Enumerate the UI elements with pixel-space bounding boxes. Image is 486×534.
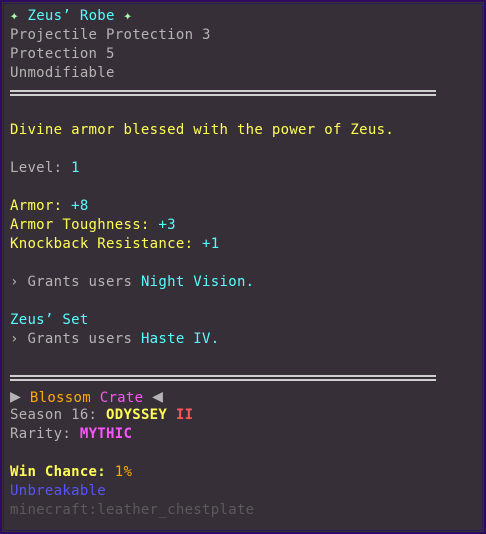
season-label: Season 16: [10,407,98,423]
stat-armor: Armor: +8 [10,197,480,216]
stat-label: Knockback Resistance: [10,236,194,252]
stat-armor-toughness: Armor Toughness: +3 [10,216,480,235]
level-value: 1 [71,160,80,176]
win-chance-line: Win Chance: 1% [10,463,480,482]
level-label: Level: [10,160,63,176]
set-bonus-effect: Haste IV. [140,331,220,347]
win-chance-value: 1% [114,464,133,480]
perk-night-vision: › Grants users Night Vision. [10,273,480,292]
level-line: Level: 1 [10,159,480,178]
crate-name-word-2: Crate [99,390,144,406]
item-tooltip: ✦ Zeus’ Robe ✦ Projectile Protection 3 P… [0,0,486,534]
item-title: ✦ Zeus’ Robe ✦ [10,7,480,26]
sparkle-icon: ✦ [10,8,19,24]
perk-prefix: › Grants users [10,274,133,290]
arrow-left-icon: ◀ [152,386,164,407]
arrow-right-icon: ▶ [10,386,22,407]
modifiable-status: Unmodifiable [10,65,115,81]
stat-knockback-resistance: Knockback Resistance: +1 [10,235,480,254]
enchantment-protection: Protection 5 [10,46,115,62]
stat-label: Armor Toughness: [10,217,150,233]
rarity-value: MYTHIC [79,426,133,442]
season-line: Season 16: ODYSSEY II [10,406,480,425]
stat-label: Armor: [10,198,63,214]
rarity-line: Rarity: MYTHIC [10,425,480,444]
crate-line: ▶ Blossom Crate ◀ [10,387,480,406]
enchantment-projectile-protection: Projectile Protection 3 [10,27,211,43]
tooltip-content: ✦ Zeus’ Robe ✦ Projectile Protection 3 P… [10,7,480,520]
stat-value: +1 [202,236,220,252]
win-chance-label: Win Chance: [10,464,107,480]
separator [10,368,480,387]
set-bonus: › Grants users Haste IV. [10,330,480,349]
sparkle-icon: ✦ [123,8,133,24]
rarity-label: Rarity: [10,426,72,442]
season-name: ODYSSEY [106,407,168,423]
separator [10,83,480,102]
item-description: Divine armor blessed with the power of Z… [10,122,395,138]
season-numeral: II [175,407,194,423]
crate-name-word-1: Blossom [29,390,91,406]
set-bonus-prefix: › Grants users [10,331,133,347]
unbreakable-status: Unbreakable [10,483,107,499]
set-name: Zeus’ Set [10,312,89,328]
perk-effect: Night Vision. [140,274,255,290]
stat-value: +3 [158,217,176,233]
item-name: Zeus’ Robe [27,8,115,24]
item-id: minecraft:leather_chestplate [10,502,255,518]
stat-value: +8 [71,198,89,214]
